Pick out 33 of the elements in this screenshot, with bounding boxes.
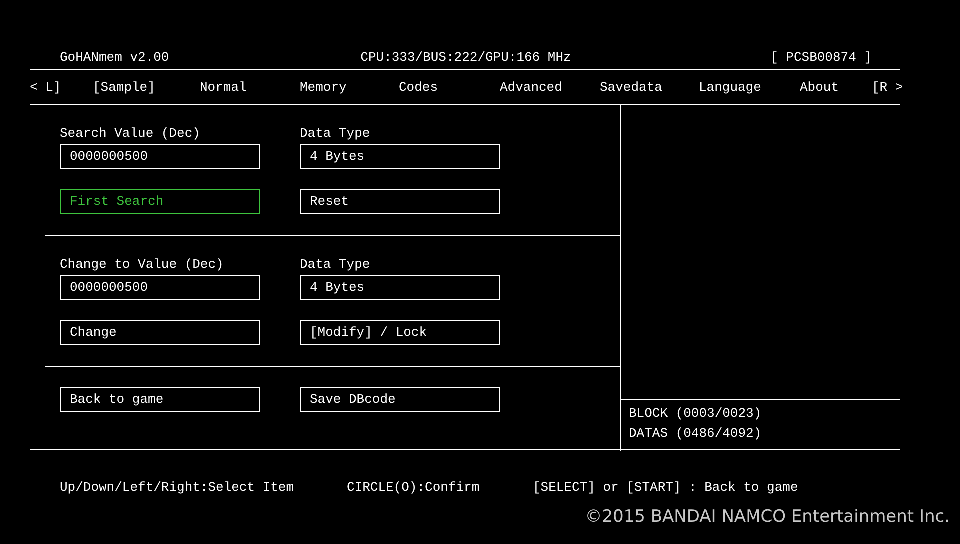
clock-speed-text: CPU:333/BUS:222/GPU:166 MHz xyxy=(360,50,572,66)
status-text: BLOCK (0003/0023) xyxy=(629,405,763,423)
menu-button[interactable]: Save DBcode xyxy=(300,387,500,412)
control-hint: CIRCLE(O):Confirm xyxy=(347,479,481,497)
menu-button[interactable]: First Search xyxy=(60,189,260,214)
menu-button[interactable]: Change xyxy=(60,320,260,345)
menu-tab[interactable]: [Sample] xyxy=(93,80,200,94)
menu-button[interactable]: Reset xyxy=(300,189,500,214)
menu-tab[interactable]: About xyxy=(800,80,872,94)
value-field[interactable]: 4 Bytes xyxy=(300,144,500,169)
menu-tab[interactable]: Savedata xyxy=(600,80,699,94)
copyright-text: ©2015 BANDAI NAMCO Entertainment Inc. xyxy=(585,507,950,527)
app-title: GoHANmem v2.00 xyxy=(60,50,170,66)
menu-button[interactable]: [Modify] / Lock xyxy=(300,320,500,345)
menu-tab[interactable]: Language xyxy=(699,80,800,94)
status-text: DATAS (0486/4092) xyxy=(629,425,763,443)
menu-button[interactable]: Back to game xyxy=(60,387,260,412)
menu-tab[interactable]: [R > xyxy=(872,80,904,94)
menu-tab[interactable]: Normal xyxy=(200,80,300,94)
menu-tab[interactable]: Advanced xyxy=(500,80,600,94)
field-label: Data Type xyxy=(300,256,372,274)
menu-tab[interactable]: < L] xyxy=(30,80,93,94)
field-label: Search Value (Dec) xyxy=(60,125,202,143)
value-field[interactable]: 4 Bytes xyxy=(300,275,500,300)
value-field[interactable]: 0000000500 xyxy=(60,144,260,169)
field-label: Change to Value (Dec) xyxy=(60,256,225,274)
control-hint: [SELECT] or [START] : Back to game xyxy=(533,479,798,497)
menu-tab[interactable]: Memory xyxy=(300,80,399,94)
menu-tab[interactable]: Codes xyxy=(399,80,500,94)
control-hint: Up/Down/Left/Right:Select Item xyxy=(60,479,296,497)
field-label: Data Type xyxy=(300,125,372,143)
value-field[interactable]: 0000000500 xyxy=(60,275,260,300)
game-id-text: [ PCSB00874 ] xyxy=(770,50,872,66)
